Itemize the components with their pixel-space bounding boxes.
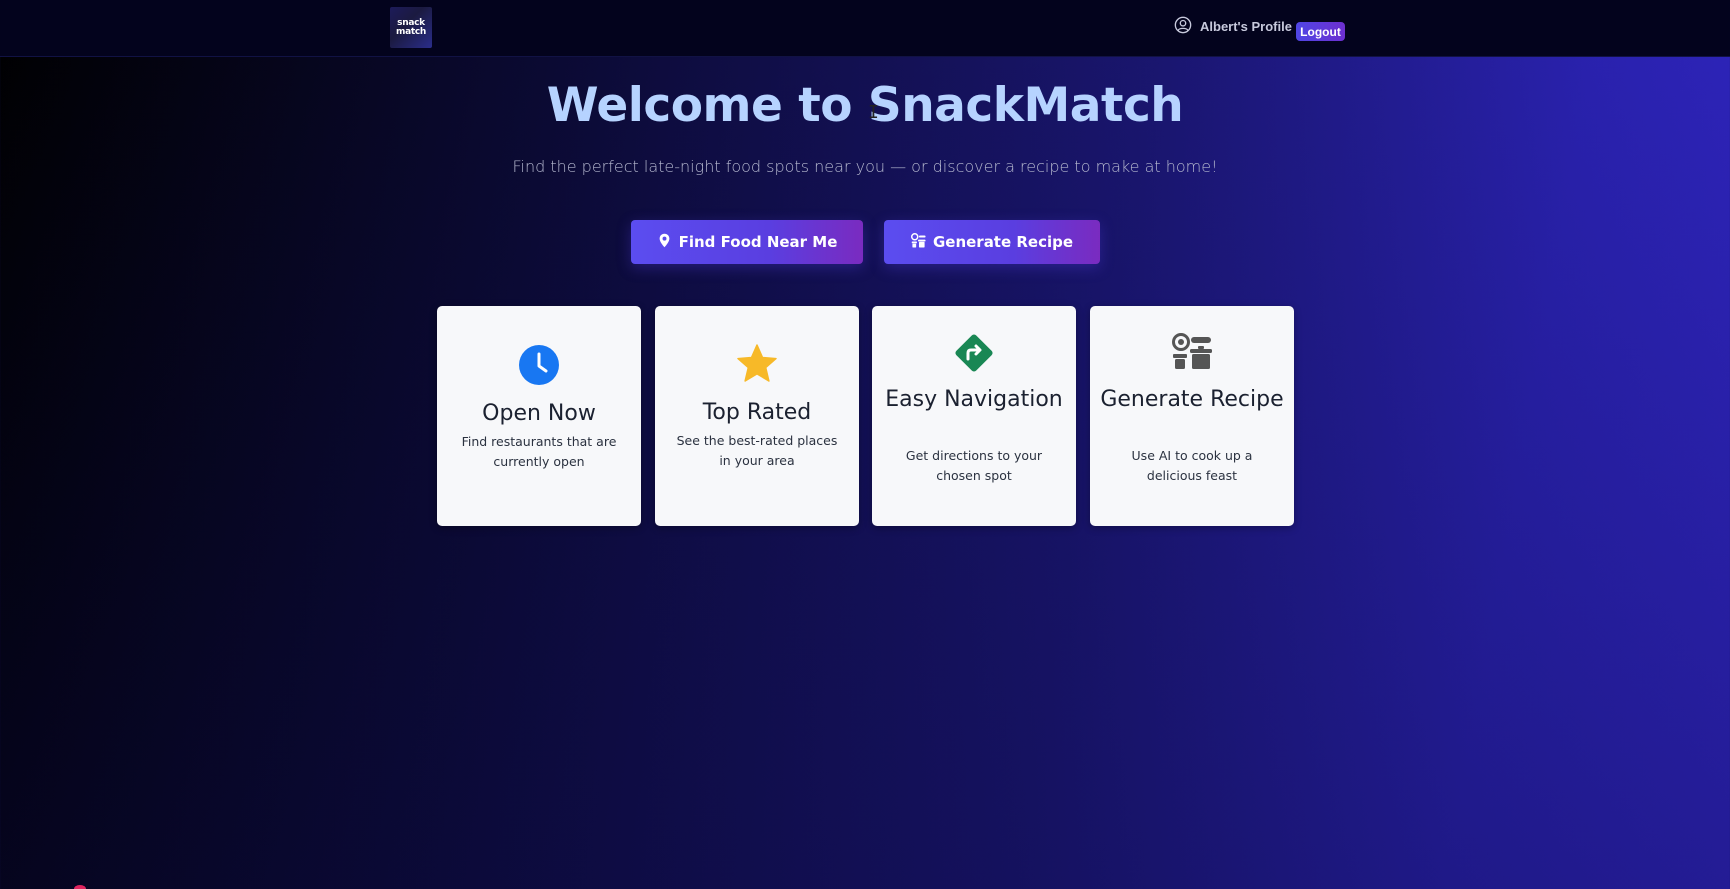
feature-description: See the best-rated places in your area [676, 433, 838, 468]
page-title: Welcome to SnackMatch [546, 78, 1184, 133]
find-food-label: Find Food Near Me [678, 233, 838, 251]
feature-description: Use AI to cook up a delicious feast [1131, 448, 1253, 483]
generate-recipe-label: Generate Recipe [932, 233, 1074, 251]
feature-title: Generate Recipe [1100, 387, 1284, 412]
directions-icon [872, 332, 1076, 374]
navbar: snack match Albert's Profile Logout [0, 0, 1730, 57]
star-icon [655, 344, 859, 384]
logo-text-bottom: match [396, 26, 426, 37]
feature-card-top-rated: Top Rated See the best-rated places in y… [655, 306, 859, 526]
feature-title: Top Rated [702, 400, 812, 425]
feature-title: Easy Navigation [885, 387, 1063, 412]
text-cursor-icon: I [868, 102, 879, 123]
feature-card-easy-navigation: Easy Navigation Get directions to your c… [872, 306, 1076, 526]
feature-card-open-now: Open Now Find restaurants that are curre… [437, 306, 641, 526]
page-subtitle: Find the perfect late-night food spots n… [512, 157, 1218, 176]
kitchen-icon [1090, 332, 1294, 372]
feature-description: Get directions to your chosen spot [905, 448, 1043, 483]
user-circle-icon [1174, 16, 1192, 37]
kitchen-icon [910, 232, 926, 252]
profile-label: Albert's Profile [1200, 18, 1292, 34]
profile-link[interactable]: Albert's Profile [1174, 16, 1292, 36]
snackmatch-logo[interactable]: snack match [390, 7, 432, 48]
notification-dot [74, 885, 86, 889]
feature-title: Open Now [482, 401, 596, 426]
background-gradient [0, 0, 1730, 889]
clock-icon [437, 345, 641, 385]
generate-recipe-button[interactable]: Generate Recipe [884, 220, 1100, 264]
feature-card-generate-recipe: Generate Recipe Use AI to cook up a deli… [1090, 306, 1294, 526]
feature-description: Find restaurants that are currently open [461, 434, 617, 469]
find-food-button[interactable]: Find Food Near Me [631, 220, 863, 264]
map-pin-icon [657, 233, 672, 252]
logout-button[interactable]: Logout [1296, 22, 1345, 41]
